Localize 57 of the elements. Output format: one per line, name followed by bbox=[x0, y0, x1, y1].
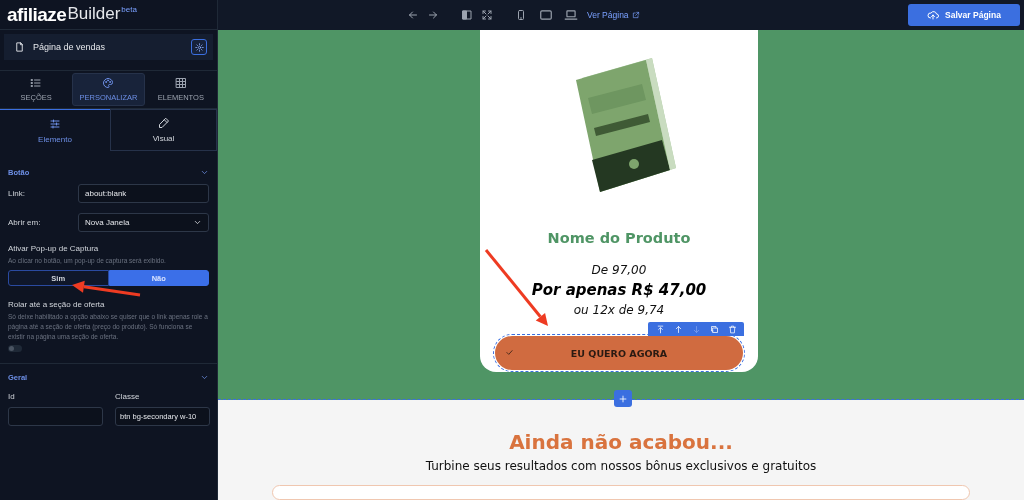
pencil-icon bbox=[157, 117, 170, 129]
plus-icon bbox=[618, 393, 628, 404]
arrow-up-icon bbox=[673, 324, 683, 334]
cta-button[interactable]: EU QUERO AGORA bbox=[495, 336, 743, 370]
list-icon bbox=[30, 77, 43, 89]
trash-icon bbox=[727, 324, 737, 334]
field-label: Classe bbox=[115, 392, 141, 401]
mobile-icon bbox=[515, 8, 527, 22]
panel-tab[interactable]: Elemento bbox=[0, 109, 110, 151]
external-link-icon bbox=[631, 11, 640, 19]
page-selector[interactable]: Página de vendas bbox=[4, 34, 213, 60]
add-section-button[interactable] bbox=[614, 390, 632, 407]
arrow-left-icon bbox=[407, 9, 419, 21]
file-icon bbox=[14, 41, 25, 53]
field-label: Link: bbox=[8, 189, 26, 198]
toolbar-button[interactable] bbox=[460, 8, 474, 22]
check-icon bbox=[505, 348, 514, 357]
palette-icon bbox=[102, 77, 115, 89]
sidebar-toggle-icon bbox=[461, 9, 473, 21]
view-page-link[interactable]: Ver Página bbox=[587, 10, 640, 20]
grid-icon bbox=[174, 77, 187, 89]
toolbar-button[interactable] bbox=[539, 8, 553, 22]
fullscreen-icon bbox=[481, 9, 493, 21]
laptop-icon bbox=[564, 8, 578, 22]
toolbar-button[interactable] bbox=[406, 8, 420, 22]
settings-icon bbox=[194, 42, 204, 52]
tablet-icon bbox=[539, 8, 553, 22]
open-in-dropdown[interactable]: Nova Janela bbox=[78, 213, 209, 232]
field-label: Rolar até a seção de oferta bbox=[8, 300, 106, 309]
toolbar-button[interactable] bbox=[564, 8, 578, 22]
toggle-switch[interactable] bbox=[8, 345, 22, 352]
cloud-upload-icon bbox=[927, 9, 940, 21]
id-field[interactable] bbox=[8, 407, 103, 426]
logo-text: Builder bbox=[67, 4, 121, 24]
copy-icon bbox=[709, 324, 719, 334]
beta-label: beta bbox=[121, 5, 137, 14]
chevron-down-icon bbox=[193, 218, 202, 227]
link-field[interactable]: about:blank bbox=[78, 184, 209, 203]
section-subtitle: Turbine seus resultados com nossos bônus exclusivos e gratuitos bbox=[425, 459, 817, 473]
field-label: Id bbox=[8, 392, 16, 401]
field-label: Ativar Pop-up de Captura bbox=[8, 244, 100, 253]
annotation-arrow bbox=[72, 280, 141, 297]
arrow-right-icon bbox=[427, 9, 439, 21]
old-price: De 97,00 bbox=[591, 263, 647, 277]
panel-tab[interactable]: Visual bbox=[110, 109, 217, 151]
product-title: Nome do Produto bbox=[547, 230, 691, 246]
arrow-down-icon bbox=[691, 324, 701, 334]
settings-button[interactable] bbox=[191, 39, 207, 55]
logo-text: afiliaze bbox=[7, 4, 67, 26]
field-label: Abrir em: bbox=[8, 218, 42, 227]
save-button[interactable]: Salvar Página bbox=[908, 4, 1020, 26]
sliders-icon bbox=[49, 117, 61, 130]
section-heading: Ainda não acabou... bbox=[509, 430, 733, 454]
toolbar-button[interactable] bbox=[480, 8, 494, 22]
move-top-icon bbox=[655, 324, 665, 334]
price: Por apenas R$ 47,00 bbox=[531, 281, 707, 299]
installments-text: ou 12x de 9,74 bbox=[573, 303, 665, 317]
